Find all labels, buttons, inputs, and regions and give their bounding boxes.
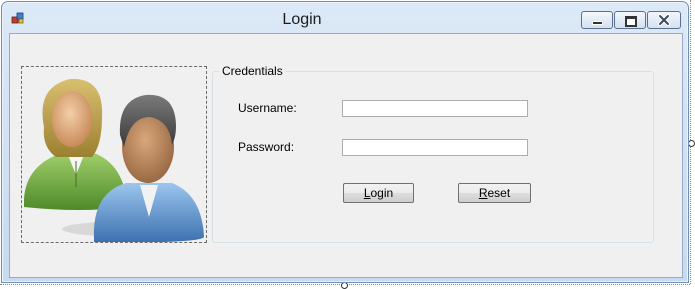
login-window: Login Credentials Username: Password: Lo… [1, 1, 689, 283]
restore-button[interactable] [614, 11, 646, 29]
login-button-label: ogin [370, 186, 394, 200]
restore-icon [625, 16, 637, 27]
close-icon [657, 13, 671, 27]
login-button-accelerator: L [363, 186, 371, 200]
username-field[interactable] [342, 100, 528, 117]
minimize-icon [592, 21, 603, 25]
users-picture-box [21, 66, 207, 243]
resize-grip-right[interactable] [688, 140, 695, 147]
reset-button-label: eset [487, 186, 511, 200]
close-button[interactable] [647, 11, 681, 29]
login-button[interactable]: Login [343, 183, 414, 203]
username-label: Username: [238, 101, 297, 115]
credentials-group: Credentials Username: Password: Login Re… [212, 64, 654, 243]
reset-button[interactable]: Reset [458, 183, 531, 203]
minimize-button[interactable] [581, 11, 613, 29]
password-field[interactable] [342, 139, 528, 156]
users-icon [24, 78, 204, 243]
password-label: Password: [238, 140, 295, 154]
window-title: Login [282, 11, 322, 28]
credentials-legend: Credentials [219, 64, 286, 78]
form-client-area: Credentials Username: Password: Login Re… [9, 33, 683, 278]
